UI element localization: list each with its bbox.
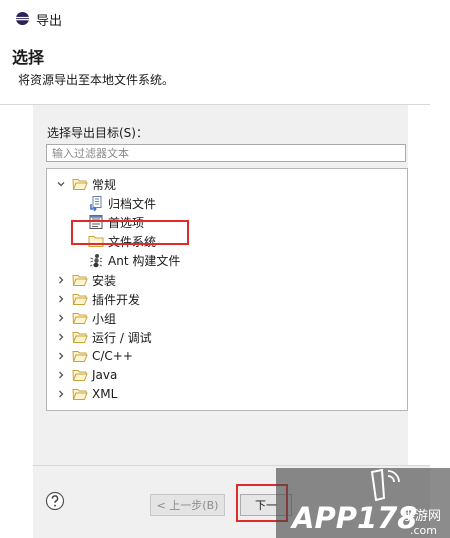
folder-icon xyxy=(72,349,88,363)
page-title: 选择 xyxy=(12,48,45,67)
tree-item-label: 常规 xyxy=(92,177,117,192)
folder-icon xyxy=(72,273,88,287)
tree-item-label: C/C++ xyxy=(92,349,133,363)
chevron-right-icon[interactable] xyxy=(55,331,67,343)
chevron-right-icon[interactable] xyxy=(55,274,67,286)
archive-file-icon xyxy=(88,196,104,211)
tree-item-run-debug[interactable]: 运行 / 调试 xyxy=(55,328,152,346)
back-button[interactable]: < 上一步(B) xyxy=(150,494,225,516)
watermark-suffix: 手游网 xyxy=(402,509,441,524)
window-title: 导出 xyxy=(36,14,63,29)
help-icon[interactable] xyxy=(45,491,65,511)
tree-item-cpp[interactable]: C/C++ xyxy=(55,347,133,365)
tree-item-label: Java xyxy=(92,368,118,382)
tree-item-label: Ant 构建文件 xyxy=(108,253,181,268)
watermark-logo: APP178 手游网 .com xyxy=(290,468,441,537)
page-description: 将资源导出至本地文件系统。 xyxy=(18,73,175,87)
tree-item-ant-build-file[interactable]: Ant 构建文件 xyxy=(88,251,180,269)
export-dialog: 导出 选择 将资源导出至本地文件系统。 选择导出目标(S)： 常规 xyxy=(0,0,450,538)
chevron-right-icon[interactable] xyxy=(55,369,67,381)
folder-open-icon xyxy=(72,177,88,191)
content-panel: 选择导出目标(S)： 常规 归档文件 xyxy=(33,105,408,465)
tree-item-plugin-development[interactable]: 插件开发 xyxy=(55,290,140,308)
chevron-right-icon[interactable] xyxy=(55,388,67,400)
title-bar: 导出 xyxy=(0,0,450,36)
tree-item-label: 归档文件 xyxy=(108,196,157,211)
export-targets-label: 选择导出目标(S)： xyxy=(47,126,148,140)
tree-item-general[interactable]: 常规 xyxy=(55,175,116,193)
tree-item-label: XML xyxy=(92,387,118,401)
folder-icon xyxy=(72,330,88,344)
annotation-highlight-box xyxy=(71,220,189,245)
tree-item-label: 安装 xyxy=(92,273,117,288)
eclipse-icon xyxy=(15,11,30,26)
chevron-right-icon[interactable] xyxy=(55,293,67,305)
tree-item-archive[interactable]: 归档文件 xyxy=(88,194,156,212)
folder-icon xyxy=(72,292,88,306)
wizard-header: 选择 将资源导出至本地文件系统。 xyxy=(0,36,430,104)
watermark-text: APP178 xyxy=(290,501,418,535)
tree-item-xml[interactable]: XML xyxy=(55,385,117,403)
tree-item-label: 运行 / 调试 xyxy=(92,330,152,345)
tree-item-team[interactable]: 小组 xyxy=(55,309,116,327)
tree-item-install[interactable]: 安装 xyxy=(55,271,116,289)
folder-icon xyxy=(72,311,88,325)
filter-input[interactable] xyxy=(46,144,406,162)
tree-item-label: 插件开发 xyxy=(92,292,141,307)
chevron-right-icon[interactable] xyxy=(55,350,67,362)
chevron-down-icon[interactable] xyxy=(55,178,67,190)
folder-icon xyxy=(72,368,88,382)
watermark: APP178 手游网 .com xyxy=(276,468,450,538)
tree-item-java[interactable]: Java xyxy=(55,366,117,384)
watermark-domain: .com xyxy=(410,524,437,537)
ant-icon xyxy=(88,253,104,268)
tree-item-label: 小组 xyxy=(92,311,117,326)
folder-icon xyxy=(72,387,88,401)
chevron-right-icon[interactable] xyxy=(55,312,67,324)
export-target-tree[interactable]: 常规 归档文件 首选项 文件系统 Ant 构建文件 安装 插件开发 小组 运行 … xyxy=(46,168,408,411)
